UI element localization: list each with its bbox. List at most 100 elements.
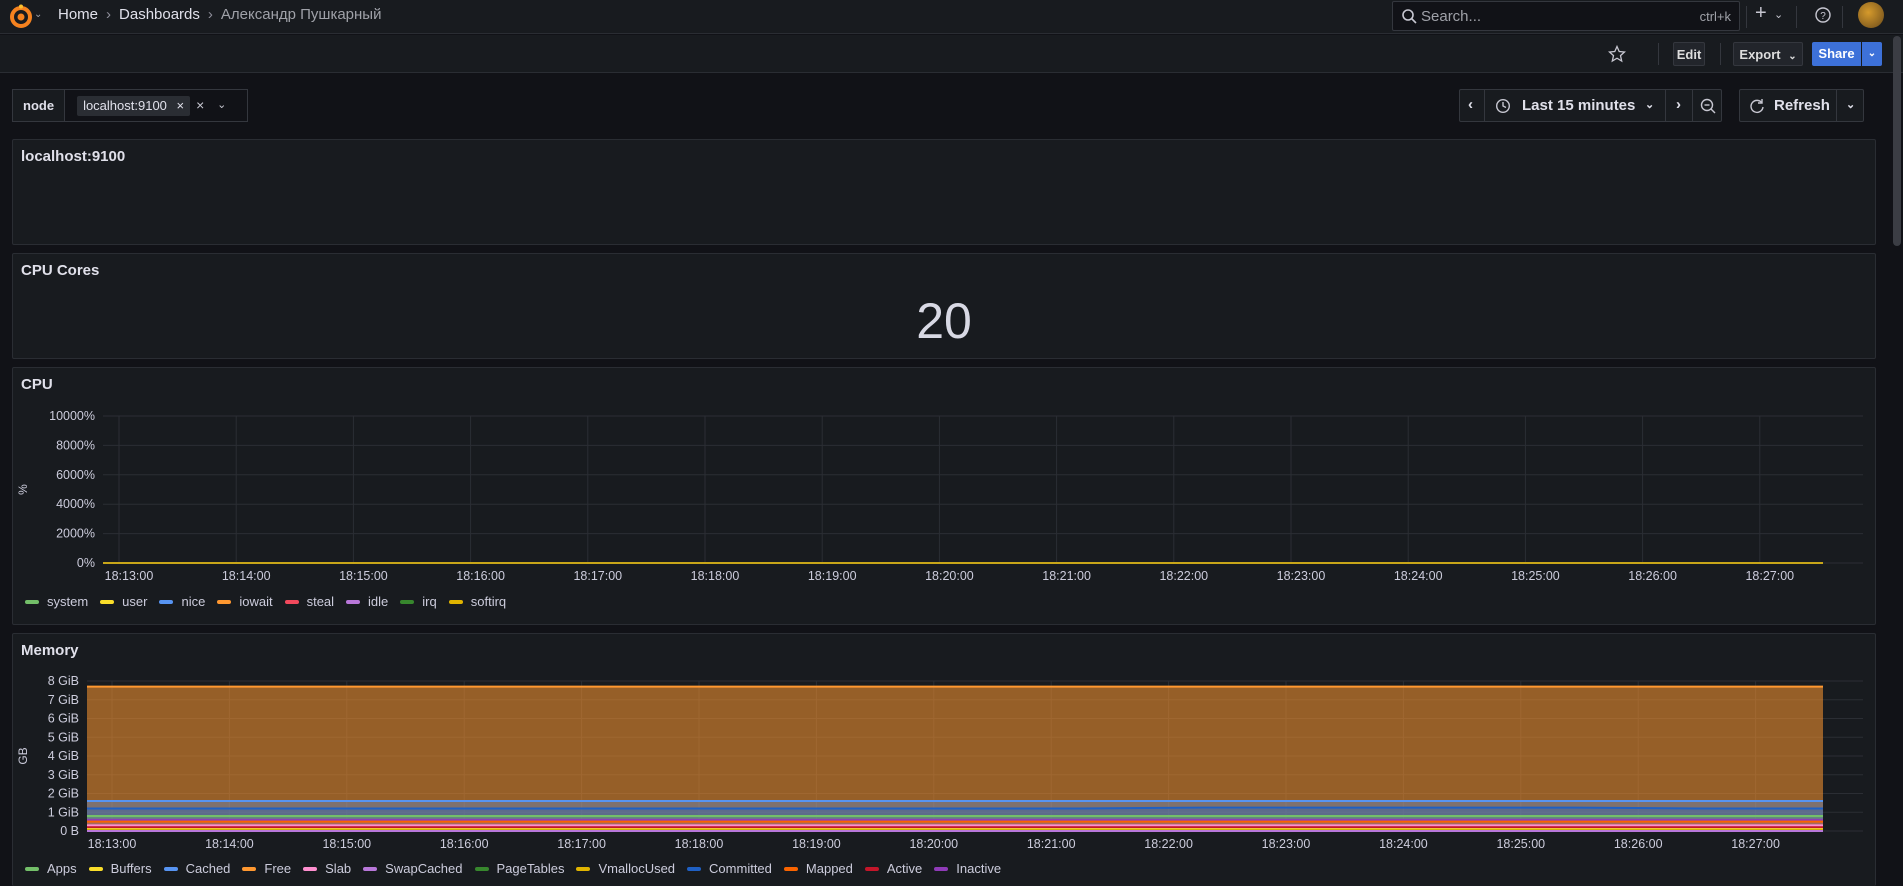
time-shift-back-button[interactable]: ‹ <box>1459 89 1485 122</box>
time-shift-forward-button[interactable]: › <box>1665 89 1693 122</box>
legend-item-cached[interactable]: Cached <box>163 861 230 876</box>
legend-item-active[interactable]: Active <box>864 861 923 876</box>
new-chevron-down-icon[interactable]: ⌄ <box>1774 8 1783 21</box>
variable-node-label: node <box>12 89 66 122</box>
legend-item-nice[interactable]: nice <box>159 594 205 609</box>
legend-item-free[interactable]: Free <box>242 861 291 876</box>
x-tick-label: 18:19:00 <box>792 837 841 851</box>
legend-item-swapcached[interactable]: SwapCached <box>363 861 463 876</box>
legend-item-user[interactable]: user <box>100 594 147 609</box>
user-avatar[interactable] <box>1858 2 1884 28</box>
y-axis-label: GB <box>16 747 30 764</box>
x-tick-label: 18:17:00 <box>573 569 622 583</box>
x-tick-label: 18:22:00 <box>1159 569 1208 583</box>
x-tick-label: 18:27:00 <box>1745 569 1794 583</box>
x-tick-label: 18:26:00 <box>1628 569 1677 583</box>
legend-swatch <box>687 866 702 871</box>
panel-title: CPU Cores <box>21 262 100 279</box>
memory-chart[interactable]: GB 0 B 1 GiB 2 GiB 3 GiB 4 GiB 5 GiB 6 GiB 7 GiB… <box>13 634 1875 862</box>
y-tick-label: 6 GiB <box>48 712 79 726</box>
y-tick-label: 8 GiB <box>48 674 79 688</box>
legend-item-system[interactable]: system <box>25 594 88 609</box>
x-tick-label: 18:15:00 <box>322 837 371 851</box>
legend-item-vmallocused[interactable]: VmallocUsed <box>576 861 675 876</box>
help-icon[interactable]: ? <box>1814 6 1832 24</box>
remove-chip-close-icon[interactable]: × <box>177 98 185 113</box>
menu-chevron-down-icon[interactable]: ⌄ <box>34 9 42 20</box>
zoom-out-button[interactable] <box>1692 89 1722 122</box>
variable-node-select[interactable]: localhost:9100 × × ⌄ <box>65 89 249 122</box>
breadcrumb-home[interactable]: Home <box>58 6 98 23</box>
variable-node: node localhost:9100 × × ⌄ <box>12 89 249 122</box>
breadcrumb: Home › Dashboards › Александр Пушкарный <box>58 6 389 23</box>
edit-button[interactable]: Edit <box>1673 42 1705 66</box>
legend-label: softirq <box>470 594 507 609</box>
plus-icon[interactable]: + <box>1755 2 1767 25</box>
legend-item-idle[interactable]: idle <box>346 594 388 609</box>
x-tick-label: 18:24:00 <box>1394 569 1443 583</box>
x-tick-label: 18:27:00 <box>1731 837 1780 851</box>
legend-label: Committed <box>709 861 772 876</box>
legend-item-slab[interactable]: Slab <box>303 861 351 876</box>
legend-item-steal[interactable]: steal <box>284 594 334 609</box>
share-menu-chevron-down-icon[interactable]: ⌄ <box>1862 42 1882 66</box>
refresh-button[interactable]: Refresh <box>1739 89 1837 122</box>
legend-swatch <box>100 599 115 604</box>
x-tick-label: 18:13:00 <box>105 569 154 583</box>
legend-item-mapped[interactable]: Mapped <box>783 861 853 876</box>
grafana-logo-icon[interactable] <box>8 4 34 30</box>
y-tick-label: 5 GiB <box>48 730 79 744</box>
breadcrumb-separator-icon: › <box>207 6 213 23</box>
time-range-chevron-down-icon: ⌄ <box>1645 99 1655 111</box>
breadcrumb-dashboards[interactable]: Dashboards <box>119 6 200 23</box>
search-input[interactable]: Search... ctrl+k <box>1392 1 1740 31</box>
legend-label: PageTables <box>496 861 565 876</box>
legend-swatch <box>284 599 299 604</box>
legend-item-irq[interactable]: irq <box>400 594 437 609</box>
legend-item-apps[interactable]: Apps <box>25 861 77 876</box>
x-tick-label: 18:25:00 <box>1511 569 1560 583</box>
legend-swatch <box>363 866 378 871</box>
y-tick-label: 2 GiB <box>48 787 79 801</box>
legend-label: Active <box>886 861 923 876</box>
y-tick-label: 2000% <box>56 527 95 541</box>
legend-item-pagetables[interactable]: PageTables <box>474 861 565 876</box>
legend-swatch <box>159 599 174 604</box>
export-button[interactable]: Export ⌄ <box>1733 42 1803 66</box>
legend-item-buffers[interactable]: Buffers <box>88 861 152 876</box>
legend-item-iowait[interactable]: iowait <box>217 594 273 609</box>
legend-swatch <box>474 866 489 871</box>
legend-swatch <box>400 599 415 604</box>
breadcrumb-separator-icon: › <box>106 6 112 23</box>
star-icon[interactable] <box>1608 45 1626 63</box>
legend-item-committed[interactable]: Committed <box>687 861 772 876</box>
page-scrollbar[interactable] <box>1893 36 1901 246</box>
breadcrumb-current-dashboard: Александр Пушкарный <box>220 6 382 23</box>
legend-item-softirq[interactable]: softirq <box>448 594 507 609</box>
refresh-interval-picker[interactable]: ⌄ <box>1836 89 1864 122</box>
y-tick-label: 4 GiB <box>48 749 79 763</box>
legend-swatch <box>217 599 232 604</box>
chevron-down-icon[interactable]: ⌄ <box>217 98 226 111</box>
legend-swatch <box>346 599 361 604</box>
y-axis-label: % <box>16 484 30 495</box>
x-tick-label: 18:21:00 <box>1042 569 1091 583</box>
clear-close-icon[interactable]: × <box>196 97 204 113</box>
clock-icon <box>1495 98 1511 114</box>
x-tick-label: 18:15:00 <box>339 569 388 583</box>
legend-swatch <box>303 866 318 871</box>
time-range-picker[interactable]: Last 15 minutes ⌄ <box>1484 89 1666 122</box>
legend-label: idle <box>368 594 389 609</box>
legend-swatch <box>783 866 798 871</box>
legend-item-inactive[interactable]: Inactive <box>934 861 1001 876</box>
search-icon <box>1402 9 1417 24</box>
legend-swatch <box>448 599 463 604</box>
refresh-icon <box>1750 99 1764 113</box>
share-button[interactable]: Share <box>1812 42 1861 66</box>
export-chevron-down-icon: ⌄ <box>1788 51 1797 62</box>
x-tick-label: 18:24:00 <box>1379 837 1428 851</box>
legend-label: user <box>122 594 148 609</box>
cpu-chart[interactable]: % 0% 2000% 4000% 6000% 8000% 10000% 18:13:00 18:… <box>13 368 1875 598</box>
divider <box>1842 6 1843 28</box>
x-tick-label: 18:22:00 <box>1144 837 1193 851</box>
